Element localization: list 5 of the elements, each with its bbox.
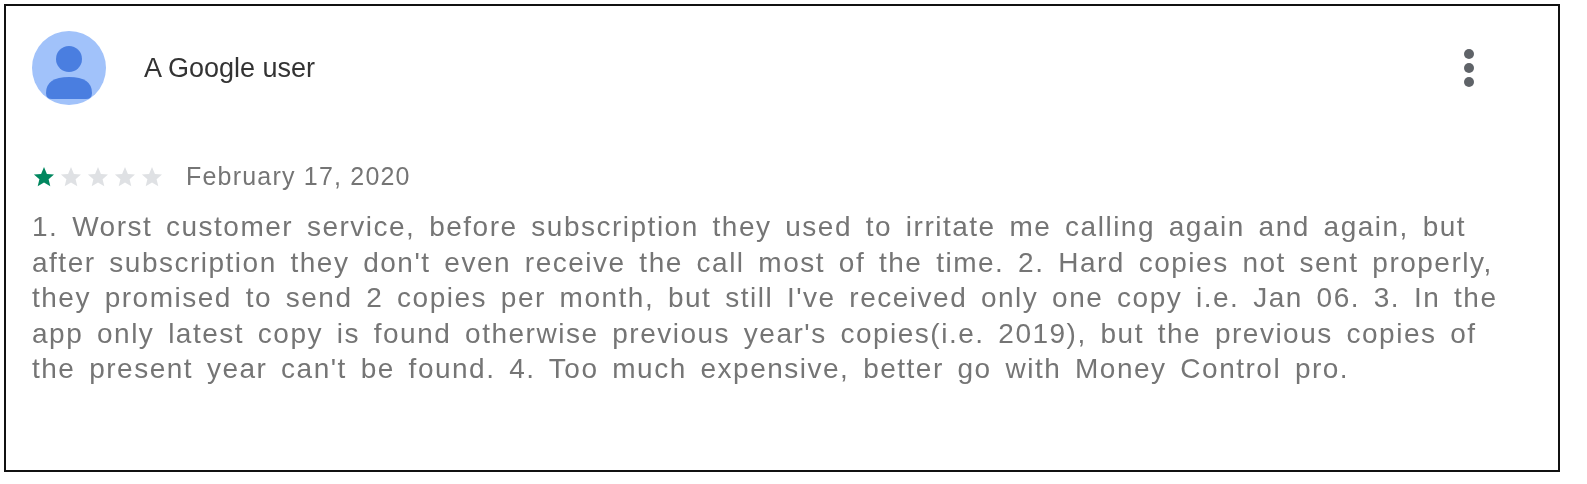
more-options-menu-icon[interactable] [1462,48,1476,88]
review-date: February 17, 2020 [186,162,411,191]
avatar-icon [32,31,106,105]
review-text: 1. Worst customer service, before subscription they used to irritate me calling again and again, but after subscription they don't even receive the call most of the time. 2. Hard copies not sent properly, they promised to send 2 copies per month, but still I've received only one copy i.e. Jan 06. 3. In the app only latest copy is found otherwise previous year's copies(i.e. 2019), but the previous copies of the present year can't be found. 4. Too much expensive, better go with Money Control pro. [32,210,1499,386]
author-name: A Google user [144,52,316,84]
